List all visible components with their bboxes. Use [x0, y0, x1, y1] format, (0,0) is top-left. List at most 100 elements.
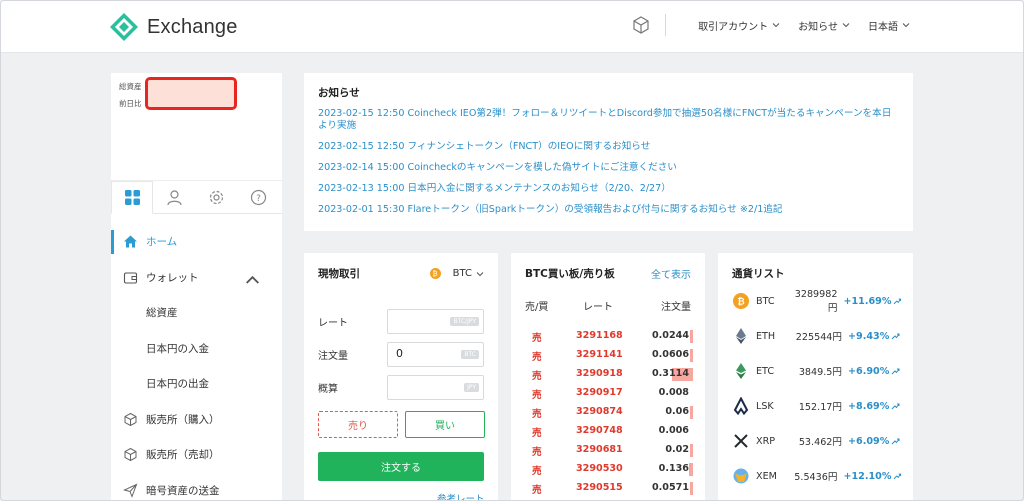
sidebar: 総資産 前日比 ? ホーム ウォレット 総資産 日本円の入金 日本円の出金 販売… — [111, 73, 282, 501]
total-assets-label: 総資産 — [119, 82, 142, 91]
buy-button[interactable]: 買い — [405, 411, 485, 438]
sidebar-item-home[interactable]: ホーム — [111, 224, 282, 260]
trend-up-icon — [891, 333, 900, 339]
sidebar-item-label: 販売所（購入） — [146, 413, 220, 426]
orderbook-title: BTC買い板/売り板 — [525, 268, 615, 280]
orderbook-row[interactable]: 売 3290748 0.006 — [511, 425, 705, 444]
orderbook-row[interactable]: 売 3290918 0.3114 — [511, 368, 705, 387]
orderbook-row[interactable]: 売 3290530 0.136 — [511, 463, 705, 482]
order-rate: 3291168 — [576, 330, 623, 341]
menu-language[interactable]: 日本語 — [868, 18, 910, 33]
currency-change: +11.69% — [843, 295, 892, 307]
sidebar-item-wallet[interactable]: ウォレット — [111, 260, 282, 296]
trend-up-icon — [891, 438, 900, 444]
place-order-button[interactable]: 注文する — [318, 452, 484, 481]
svg-text:₿: ₿ — [737, 297, 744, 308]
coin-selector[interactable]: ₿ BTC — [429, 268, 484, 279]
rate-input[interactable]: BTC/JPY — [387, 309, 484, 334]
order-rate: 3290917 — [576, 387, 623, 398]
sidebar-item-total-assets[interactable]: 総資産 — [111, 295, 282, 331]
col-qty: 注文量 — [661, 302, 691, 313]
order-qty: 0.06 — [665, 406, 689, 417]
qty-input[interactable]: 0 BTC — [387, 342, 484, 367]
rate-unit-tag: BTC/JPY — [450, 317, 479, 326]
sidebar-item-send-crypto[interactable]: 暗号資産の送金 — [111, 473, 282, 501]
prev-day-label: 前日比 — [119, 99, 142, 108]
orderbook-row[interactable]: 売 3291168 0.0244 — [511, 330, 705, 349]
sidebar-item-jpy-withdraw[interactable]: 日本円の出金 — [111, 366, 282, 402]
dashboard-icon — [124, 190, 140, 205]
cube-icon[interactable] — [631, 15, 651, 35]
currency-row-btc[interactable]: ₿ BTC 3289982円 +11.69% — [732, 289, 902, 314]
order-qty: 0.136 — [658, 463, 689, 474]
tab-settings[interactable] — [195, 181, 237, 214]
btc-icon: ₿ — [732, 292, 750, 310]
menu-notices[interactable]: お知らせ — [798, 18, 850, 33]
wallet-icon — [123, 272, 138, 284]
currency-symbol: ETH — [756, 330, 776, 342]
orderbook-row[interactable]: 売 3290681 0.02 — [511, 444, 705, 463]
order-qty: 0.3114 — [651, 368, 689, 379]
sidebar-item-shop-sell[interactable]: 販売所（売却） — [111, 437, 282, 473]
currency-row-eth[interactable]: ETH 225544円 +9.43% — [732, 326, 902, 346]
orderbook-row[interactable]: 売 3290515 0.0571 — [511, 482, 705, 500]
sidebar-item-label: 日本円の出金 — [146, 378, 209, 391]
notice-link[interactable]: 2023-02-01 15:30 Flareトークン（旧Sparkトークン）の受… — [318, 204, 899, 216]
col-rate: レート — [583, 302, 613, 313]
currency-row-xem[interactable]: XEM 5.5436円 +12.10% — [732, 466, 902, 486]
currency-price: 225544円 — [795, 332, 842, 343]
notice-link[interactable]: 2023-02-15 12:50 Coincheck IEO第2弾！フォロー＆リ… — [318, 108, 899, 132]
show-all-link[interactable]: 全て表示 — [651, 266, 691, 281]
sell-button[interactable]: 売り — [318, 411, 398, 438]
order-rate: 3290874 — [576, 406, 623, 417]
sidebar-nav: ホーム ウォレット 総資産 日本円の入金 日本円の出金 販売所（購入） 販売所（… — [111, 214, 282, 501]
currency-row-etc[interactable]: ETC 3849.5円 +6.90% — [732, 361, 902, 381]
trend-up-icon — [894, 298, 902, 304]
help-icon: ? — [250, 189, 266, 206]
sidebar-item-shop-buy[interactable]: 販売所（購入） — [111, 402, 282, 438]
eth-icon — [732, 327, 750, 345]
notice-link[interactable]: 2023-02-15 12:50 フィナンシェトークン（FNCT）のIEOに関す… — [318, 141, 899, 153]
menu-trade-account[interactable]: 取引アカウント — [698, 18, 780, 33]
notice-link[interactable]: 2023-02-14 15:00 Coincheckのキャンペーンを模した偽サイ… — [318, 162, 899, 174]
order-qty: 0.008 — [658, 387, 689, 398]
order-side: 売 — [532, 352, 542, 363]
sidebar-item-jpy-deposit[interactable]: 日本円の入金 — [111, 331, 282, 367]
order-side: 売 — [532, 371, 542, 382]
qty-value: 0 — [396, 347, 403, 360]
order-qty: 0.006 — [658, 425, 689, 436]
notices-title: お知らせ — [318, 87, 360, 99]
currency-row-lsk[interactable]: LSK 152.17円 +8.69% — [732, 396, 902, 416]
trade-title: 現物取引 — [318, 268, 360, 280]
logo[interactable]: Exchange — [109, 12, 238, 42]
order-rate: 3290748 — [576, 425, 623, 436]
qty-unit-tag: BTC — [461, 350, 479, 359]
depth-bar — [689, 463, 693, 476]
tab-dashboard[interactable] — [111, 181, 153, 214]
order-side: 売 — [532, 333, 542, 344]
currency-price: 53.462円 — [798, 437, 842, 448]
orderbook-row[interactable]: 売 3291141 0.0606 — [511, 349, 705, 368]
orderbook-row[interactable]: 売 3290874 0.06 — [511, 406, 705, 425]
sidebar-item-label: ホーム — [146, 236, 178, 249]
tab-user[interactable] — [153, 181, 195, 214]
logo-text: Exchange — [147, 15, 238, 38]
estimate-input[interactable]: JPY — [387, 375, 484, 400]
depth-bar — [690, 330, 693, 343]
header-divider — [665, 14, 667, 36]
orderbook-row[interactable]: 売 3290917 0.008 — [511, 387, 705, 406]
tab-help[interactable]: ? — [237, 181, 279, 214]
exchange-logo-icon — [110, 13, 138, 41]
assets-summary: 総資産 前日比 — [111, 73, 282, 181]
notice-link[interactable]: 2023-02-13 15:00 日本円入金に関するメンテナンスのお知らせ（2/… — [318, 183, 899, 195]
currency-row-xrp[interactable]: XRP 53.462円 +6.09% — [732, 431, 902, 451]
user-icon — [166, 190, 182, 206]
trend-up-icon — [891, 368, 900, 374]
sidebar-tabs: ? — [111, 181, 282, 214]
xem-icon — [732, 467, 750, 485]
orderbook-panel: BTC買い板/売り板 全て表示 売/買 レート 注文量 売 3291168 0.02… — [511, 253, 705, 500]
menu-language-label: 日本語 — [868, 21, 898, 33]
order-rate: 3290681 — [576, 444, 623, 455]
reference-rate-link[interactable]: 参考レート — [437, 491, 485, 500]
currency-symbol: ETC — [756, 365, 775, 377]
